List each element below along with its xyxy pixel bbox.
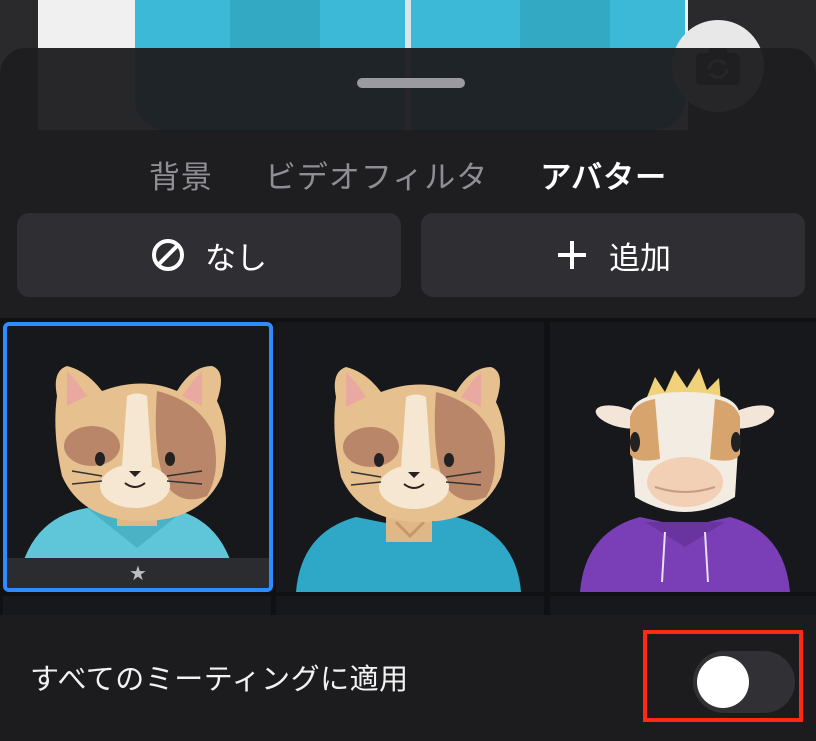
avatar-tile-cat-shirt[interactable] xyxy=(276,322,544,592)
effects-tabs: 背景 ビデオフィルタ アバター xyxy=(0,150,816,198)
tab-video-filter[interactable]: ビデオフィルタ xyxy=(265,152,488,197)
star-icon[interactable]: ★ xyxy=(129,561,147,585)
cow-avatar-icon xyxy=(580,368,790,592)
cat-avatar-icon xyxy=(296,367,521,592)
tab-avatar[interactable]: アバター xyxy=(540,152,667,197)
no-avatar-label: なし xyxy=(205,240,267,277)
tab-background[interactable]: 背景 xyxy=(149,152,213,197)
add-avatar-button[interactable]: 追加 xyxy=(421,213,805,297)
plus-icon xyxy=(558,241,586,269)
add-avatar-label: 追加 xyxy=(609,240,671,277)
apply-all-meetings-label: すべてのミーティングに適用 xyxy=(30,662,409,696)
sheet-grabber[interactable] xyxy=(357,78,465,88)
avatar-tile-cat-hoodie[interactable]: ★ xyxy=(3,322,273,592)
favorite-bar: ★ xyxy=(7,558,269,588)
prohibited-icon xyxy=(152,239,184,271)
cat-avatar-icon xyxy=(17,366,237,588)
avatar-tile-cow-hoodie[interactable] xyxy=(550,322,816,592)
highlight-annotation-box xyxy=(643,630,803,722)
no-avatar-button[interactable]: なし xyxy=(17,213,401,297)
